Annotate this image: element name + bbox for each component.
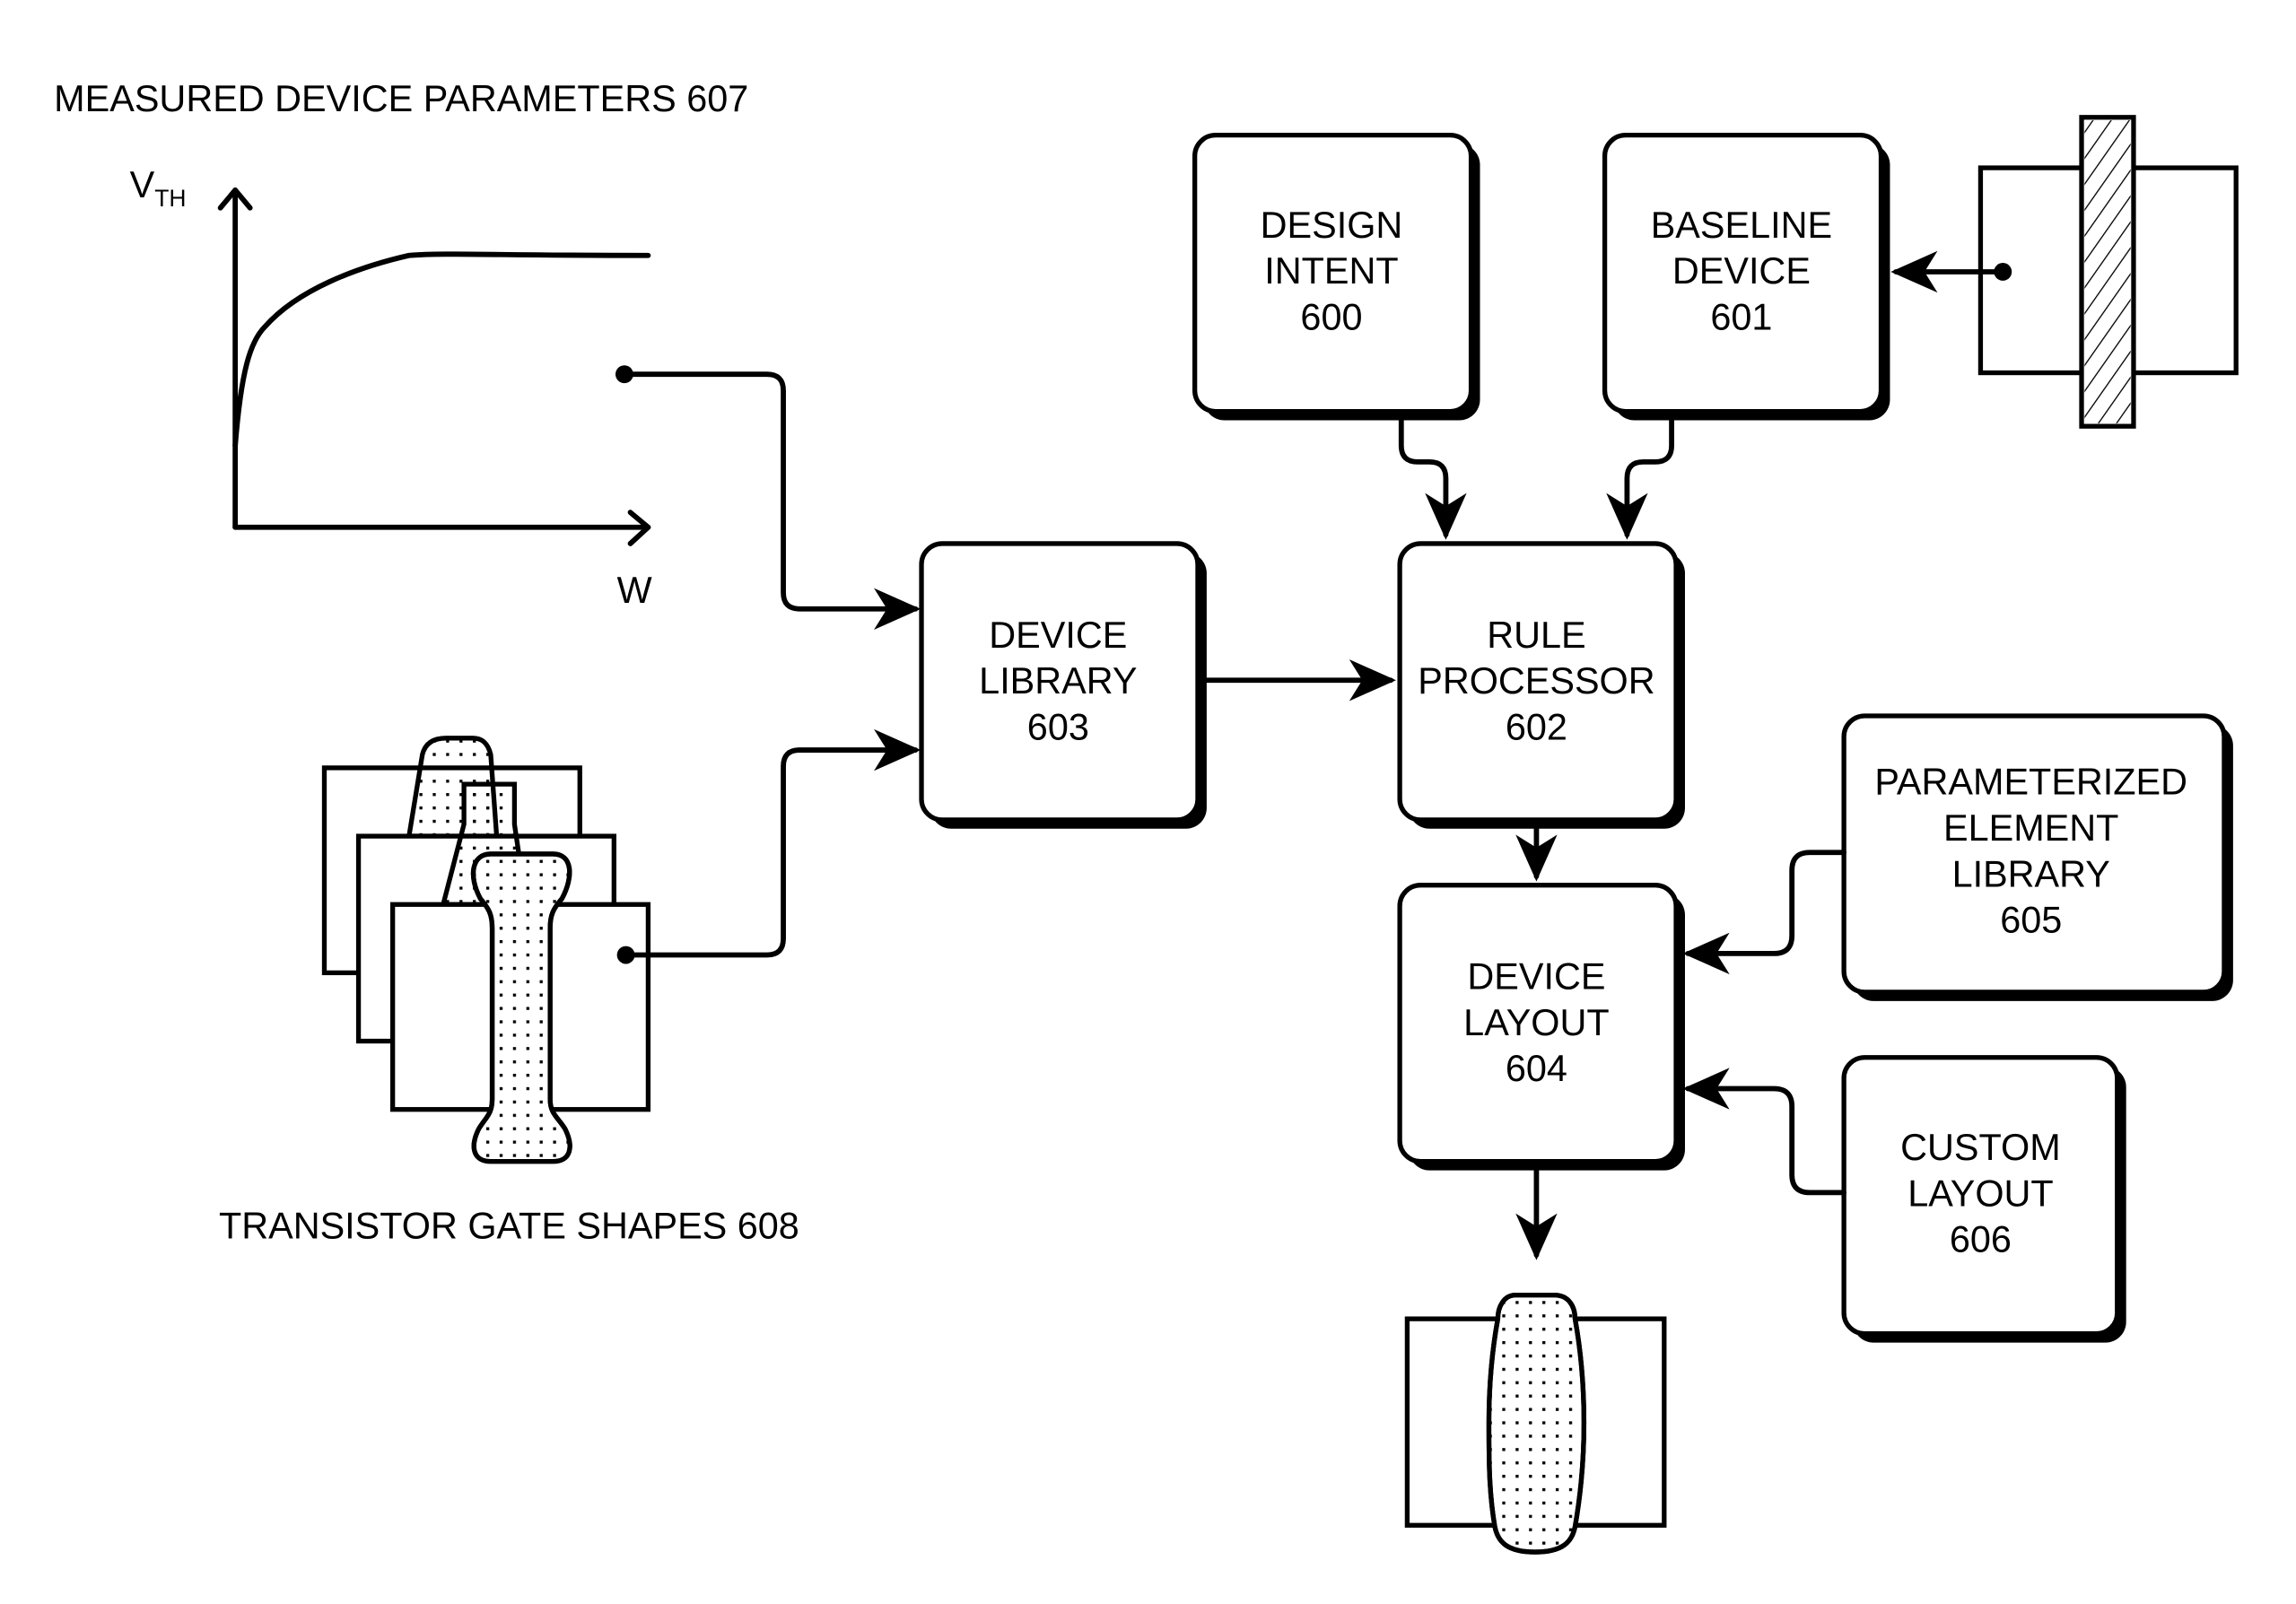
baseline-transistor xyxy=(1977,115,2239,429)
box-device-layout[interactable]: DEVICE LAYOUT 604 xyxy=(1397,883,1685,1171)
line-3: 606 xyxy=(1950,1219,2012,1260)
connector-custom-to-layout xyxy=(1682,1068,1847,1196)
line-1: CUSTOM xyxy=(1900,1127,2061,1168)
y-axis-label: VTH xyxy=(130,164,187,212)
output-transistor xyxy=(1404,1292,1667,1555)
gate-shapes-group: TRANSISTOR GATE SHAPES 608 xyxy=(219,736,799,1247)
line-1: BASELINE xyxy=(1651,205,1832,246)
connector-param-to-layout xyxy=(1682,850,1847,975)
line-2: ELEMENT xyxy=(1943,807,2118,849)
connector-measured-to-library xyxy=(622,371,921,630)
line-3: 602 xyxy=(1506,706,1567,747)
gate-shapes-title: TRANSISTOR GATE SHAPES 608 xyxy=(219,1206,799,1247)
y-axis-label-main: V xyxy=(130,164,155,205)
line-1: RULE xyxy=(1487,615,1585,656)
box-parameterized-element-library[interactable]: PARAMETERIZED ELEMENT LIBRARY 605 xyxy=(1841,713,2233,1001)
line-4: 605 xyxy=(2000,900,2062,941)
box-design-intent[interactable]: DESIGN INTENT 600 xyxy=(1192,133,1480,421)
connector-gates-to-library xyxy=(623,728,921,958)
connector-baseline-to-rule xyxy=(1606,417,1674,540)
line-2: PROCESSOR xyxy=(1418,660,1654,702)
connector-intent-to-rule xyxy=(1398,417,1467,540)
line-2: LAYOUT xyxy=(1463,1002,1609,1043)
line-2: INTENT xyxy=(1264,250,1398,292)
y-axis-label-sub: TH xyxy=(154,185,186,212)
patent-figure: MEASURED DEVICE PARAMETERS 607 VTH W TRA… xyxy=(54,78,2239,1555)
box-baseline-device[interactable]: BASELINE DEVICE 601 xyxy=(1602,133,1890,421)
line-3: 601 xyxy=(1710,297,1772,338)
x-axis-label: W xyxy=(617,570,652,611)
box-device-library[interactable]: DEVICE LIBRARY 603 xyxy=(919,541,1207,829)
line-1: DESIGN xyxy=(1261,205,1403,246)
line-1: PARAMETERIZED xyxy=(1874,762,2187,803)
output-gate-capsule-dots xyxy=(1486,1292,1587,1555)
line-2: LAYOUT xyxy=(1908,1172,2053,1214)
line-1: DEVICE xyxy=(1467,956,1605,998)
line-3: 600 xyxy=(1300,297,1362,338)
vth-curve xyxy=(232,251,651,449)
line-2: LIBRARY xyxy=(979,660,1137,702)
line-1: DEVICE xyxy=(989,615,1127,656)
baseline-gate-hatch-fill xyxy=(2084,120,2131,423)
line-2: DEVICE xyxy=(1672,250,1811,292)
line-3: 603 xyxy=(1027,706,1089,747)
measured-parameters-title: MEASURED DEVICE PARAMETERS 607 xyxy=(54,78,748,119)
line-3: LIBRARY xyxy=(1952,853,2110,894)
box-custom-layout[interactable]: CUSTOM LAYOUT 606 xyxy=(1841,1055,2126,1343)
measured-parameters-group: MEASURED DEVICE PARAMETERS 607 VTH W xyxy=(54,78,748,611)
box-rule-processor[interactable]: RULE PROCESSOR 602 xyxy=(1397,541,1685,829)
line-3: 604 xyxy=(1506,1048,1567,1089)
